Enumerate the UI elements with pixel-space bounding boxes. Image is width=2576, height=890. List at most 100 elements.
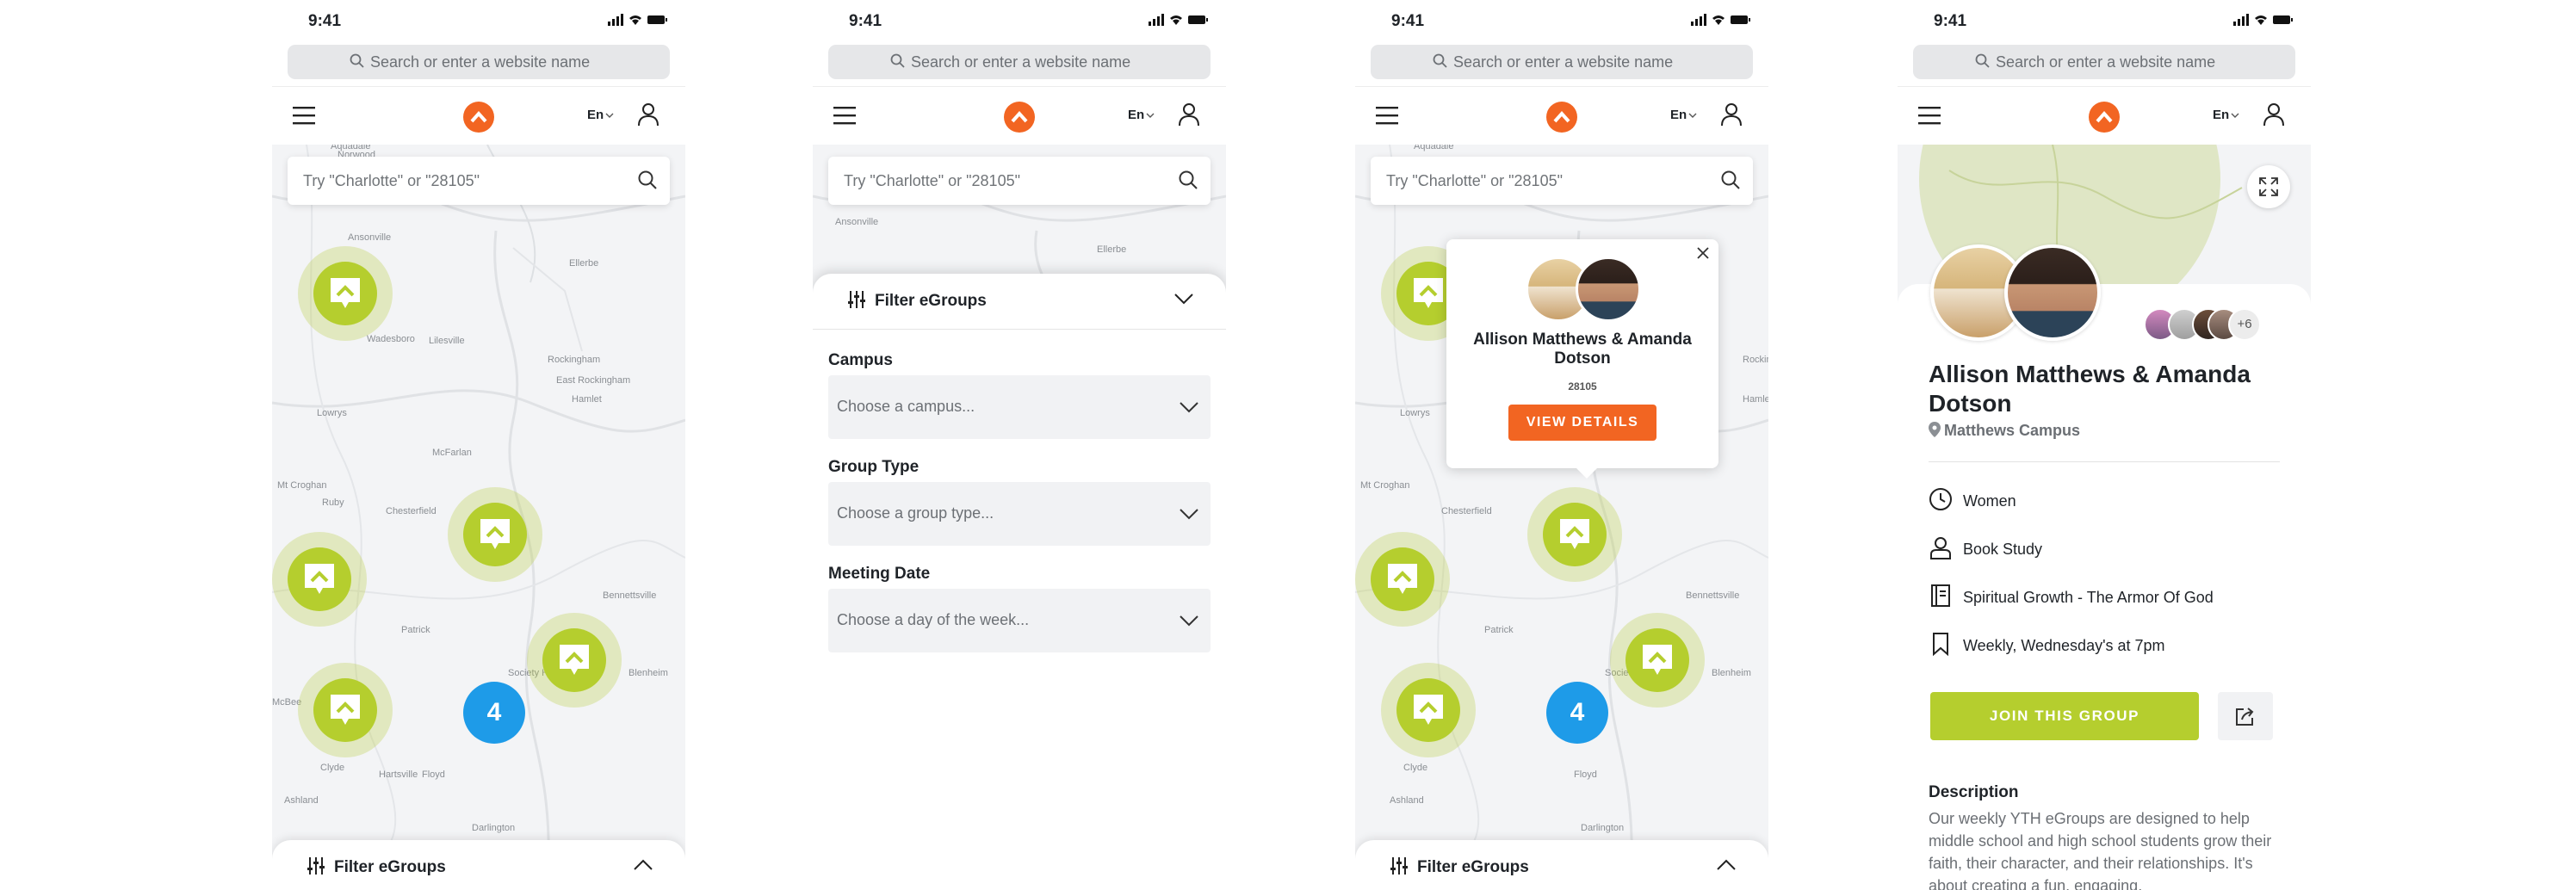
- meeting-date-select[interactable]: Choose a day of the week...: [828, 589, 1211, 652]
- more-members-count[interactable]: +6: [2228, 308, 2261, 341]
- filter-bar-title: Filter eGroups: [307, 857, 446, 877]
- campus-name: Matthews Campus: [1944, 422, 2081, 439]
- language-selector[interactable]: En: [1670, 108, 1697, 122]
- group-pin-icon: [331, 278, 360, 308]
- pin-marker: [313, 678, 377, 742]
- group-pin-icon: [1414, 278, 1443, 308]
- cluster-count-marker[interactable]: 4: [1546, 682, 1608, 744]
- map-search-box[interactable]: Try "Charlotte" or "28105": [828, 157, 1211, 205]
- group-map-pin[interactable]: [527, 613, 622, 708]
- language-selector[interactable]: En: [587, 108, 614, 122]
- status-time: 9:41: [1934, 12, 1967, 30]
- campus-select-placeholder: Choose a campus...: [837, 398, 975, 415]
- map-label: Lowrys: [317, 408, 347, 418]
- map-label: Clyde: [320, 763, 345, 773]
- user-account-icon[interactable]: [637, 102, 659, 127]
- filter-bar[interactable]: Filter eGroups: [272, 840, 685, 890]
- browser-url-bar[interactable]: Search or enter a website name: [1913, 45, 2295, 79]
- group-type-select-placeholder: Choose a group type...: [837, 504, 994, 522]
- user-account-icon[interactable]: [1720, 102, 1743, 127]
- map-label: Aquadale: [1414, 145, 1454, 151]
- chevron-up-icon: [1011, 110, 1028, 123]
- browser-url-placeholder: Search or enter a website name: [370, 53, 591, 71]
- map-label: Wadesboro: [367, 334, 415, 344]
- attribute-row: Spiritual Growth - The Armor Of God: [1929, 584, 2214, 608]
- browser-url-bar[interactable]: Search or enter a website name: [1371, 45, 1753, 79]
- search-icon: [1433, 53, 1447, 68]
- pin-marker: [313, 262, 377, 325]
- search-icon: [350, 53, 364, 68]
- group-map-pin[interactable]: [298, 246, 393, 341]
- browser-url-bar[interactable]: Search or enter a website name: [828, 45, 1211, 79]
- meeting-date-label: Meeting Date: [828, 565, 931, 583]
- divider: [1929, 461, 2280, 462]
- group-type-select[interactable]: Choose a group type...: [828, 482, 1211, 546]
- description-text: Our weekly YTH eGroups are designed to h…: [1929, 810, 2272, 890]
- hamburger-menu-icon[interactable]: [1918, 106, 1941, 125]
- brand-logo[interactable]: [1004, 102, 1035, 133]
- hamburger-menu-icon[interactable]: [833, 106, 856, 125]
- group-map-pin[interactable]: [448, 487, 542, 582]
- join-group-button[interactable]: JOIN THIS GROUP: [1930, 692, 2199, 740]
- top-nav: En: [813, 86, 1226, 145]
- browser-url-placeholder: Search or enter a website name: [911, 53, 1131, 71]
- chevron-down-icon: [1180, 402, 1198, 413]
- search-icon[interactable]: [1178, 170, 1198, 190]
- book-icon: [1931, 584, 1950, 607]
- map-label: Ansonville: [348, 232, 392, 243]
- group-map-pin[interactable]: [272, 532, 367, 627]
- user-account-icon[interactable]: [1178, 102, 1200, 127]
- filter-bar[interactable]: Filter eGroups: [1355, 840, 1768, 890]
- status-icons: [1691, 14, 1751, 30]
- browser-url-placeholder: Search or enter a website name: [1453, 53, 1674, 71]
- map-search-box[interactable]: Try "Charlotte" or "28105": [1371, 157, 1753, 205]
- status-bar: 9:41: [1355, 0, 1768, 43]
- user-account-icon[interactable]: [2263, 102, 2285, 127]
- hamburger-menu-icon[interactable]: [1376, 106, 1398, 125]
- chevron-up-icon: [1553, 110, 1570, 123]
- share-button[interactable]: [2218, 692, 2273, 740]
- brand-logo[interactable]: [463, 102, 494, 133]
- filter-panel-header[interactable]: Filter eGroups: [813, 274, 1226, 330]
- search-icon[interactable]: [637, 170, 658, 190]
- popup-leader-names: Allison Matthews & Amanda Dotson: [1473, 331, 1692, 368]
- map-search-placeholder: Try "Charlotte" or "28105": [1386, 172, 1563, 189]
- map-search-box[interactable]: Try "Charlotte" or "28105": [288, 157, 670, 205]
- language-selector[interactable]: En: [1128, 108, 1155, 122]
- map-label: Ansonville: [835, 217, 879, 227]
- map-label: Blenheim: [1712, 668, 1751, 678]
- language-selector[interactable]: En: [2213, 108, 2239, 122]
- browser-url-bar[interactable]: Search or enter a website name: [288, 45, 670, 79]
- group-popup: Allison Matthews & Amanda Dotson 28105 V…: [1446, 239, 1718, 479]
- view-details-button[interactable]: VIEW DETAILS: [1508, 405, 1656, 441]
- close-icon[interactable]: [1696, 246, 1710, 260]
- cluster-count-marker[interactable]: 4: [463, 682, 525, 744]
- search-icon[interactable]: [1720, 170, 1741, 190]
- group-map-pin[interactable]: [1355, 532, 1450, 627]
- brand-logo[interactable]: [1546, 102, 1577, 133]
- campus-select[interactable]: Choose a campus...: [828, 375, 1211, 439]
- group-pin-icon: [1643, 645, 1672, 675]
- map-label: Ruby: [322, 498, 344, 508]
- group-pin-icon: [480, 519, 510, 549]
- filter-panel-label: Filter eGroups: [875, 292, 987, 310]
- group-map-pin[interactable]: [1381, 663, 1476, 757]
- brand-logo[interactable]: [2089, 102, 2120, 133]
- hamburger-menu-icon[interactable]: [293, 106, 315, 125]
- group-map-pin-selected[interactable]: [1527, 487, 1622, 582]
- group-map-pin[interactable]: [1610, 613, 1705, 708]
- chevron-down-icon[interactable]: [1174, 293, 1193, 305]
- chevron-up-icon[interactable]: [634, 859, 653, 871]
- map-label: Rockingham: [548, 355, 601, 365]
- map-label: Bennettsville: [1686, 590, 1740, 601]
- expand-icon: [2259, 177, 2278, 196]
- pin-marker: [1625, 628, 1689, 692]
- group-pin-icon: [560, 645, 589, 675]
- group-map-pin[interactable]: [298, 663, 393, 757]
- bookmark-icon: [1933, 633, 1948, 657]
- expand-map-button[interactable]: [2247, 165, 2290, 208]
- pin-marker: [1371, 547, 1434, 611]
- chevron-up-icon[interactable]: [1717, 859, 1736, 871]
- location-pin-icon: [1929, 422, 1941, 437]
- map-label: Chesterfield: [1441, 506, 1492, 516]
